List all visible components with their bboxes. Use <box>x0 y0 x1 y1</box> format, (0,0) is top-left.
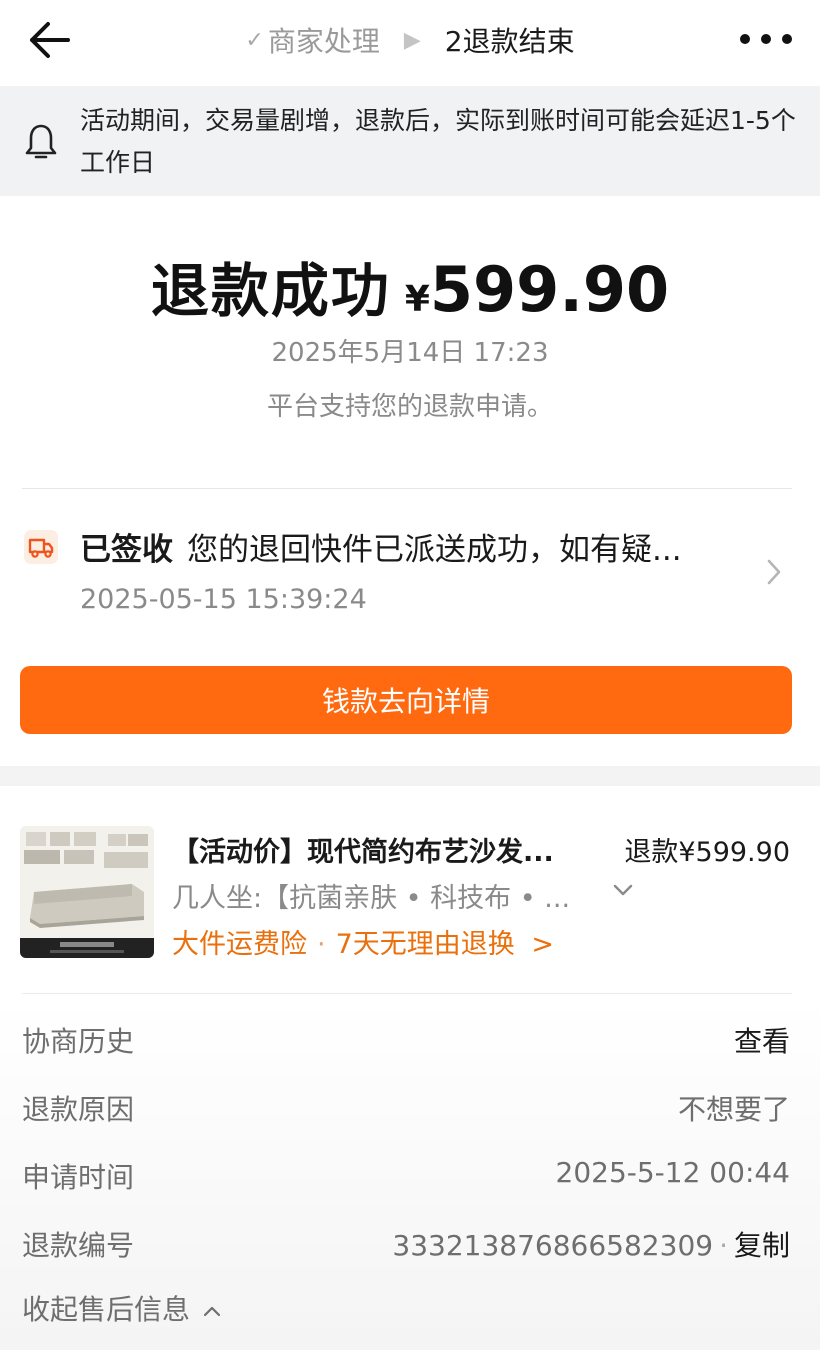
product-thumbnail[interactable] <box>20 826 154 958</box>
chevron-right-icon: > <box>531 929 554 960</box>
logistics-line: 已签收 您的退回快件已派送成功，如有疑... <box>80 524 682 569</box>
notice-banner: 活动期间，交易量剧增，退款后，实际到账时间可能会延迟1-5个工作日 <box>0 86 820 196</box>
refund-status: 退款成功 ¥ 599.90 2025年5月14日 17:23 平台支持您的退款申… <box>0 196 820 486</box>
money-destination-button[interactable]: 钱款去向详情 <box>20 666 792 734</box>
section-gap <box>0 766 820 786</box>
row-value: 不想要了 <box>677 1093 790 1126</box>
currency-symbol: ¥ <box>404 279 430 320</box>
step-prev: ✓ 商家处理 <box>245 20 379 60</box>
divider <box>22 993 792 994</box>
logistics-row[interactable]: 已签收 您的退回快件已派送成功，如有疑... 2025-05-15 15:39:2… <box>0 500 820 640</box>
collapse-label: 收起售后信息 <box>22 1293 191 1326</box>
product-spec: 几人坐:【抗菌亲肤 • 科技布 • ... <box>172 883 571 914</box>
copy-button[interactable]: 复制 <box>734 1229 790 1262</box>
status-title: 退款成功 <box>150 257 391 325</box>
status-date: 2025年5月14日 17:23 <box>271 338 549 368</box>
progress-steps: ✓ 商家处理 ▶ 2退款结束 <box>0 18 820 62</box>
view-link[interactable]: 查看 <box>734 1020 790 1060</box>
product-service-tags[interactable]: 大件运费险 · 7天无理由退换 > <box>172 922 554 961</box>
return-policy-tag: 7天无理由退换 <box>335 929 515 960</box>
apply-time-row: 申请时间 2025-5-12 00:44 <box>22 1156 790 1196</box>
refund-number: 3332138768665823​09 <box>392 1229 714 1262</box>
check-icon: ✓ <box>245 27 264 53</box>
product-title: 【活动价】现代简约布艺沙发... <box>172 837 554 868</box>
top-bar: ✓ 商家处理 ▶ 2退款结束 <box>0 0 820 84</box>
after-sale-details: 协商历史 查看 退款原因 不想要了 申请时间 2025-5-12 00:44 退… <box>0 1000 820 1350</box>
tag-separator: · <box>317 929 326 960</box>
row-label: 退款原因 <box>22 1093 135 1126</box>
row-label: 协商历史 <box>22 1025 135 1058</box>
logistics-time: 2025-05-15 15:39:24 <box>80 584 367 615</box>
collapse-details-button[interactable]: 收起售后信息 <box>22 1288 221 1328</box>
separator: · <box>719 1229 728 1262</box>
refund-number-value: 3332138768665823​09 · 复制 <box>392 1224 790 1264</box>
step-current-label: 2退款结束 <box>444 25 575 58</box>
logistics-status: 已签收 <box>80 532 173 568</box>
chevron-up-icon <box>203 1306 221 1317</box>
row-label: 退款编号 <box>22 1229 135 1262</box>
refund-number-row: 退款编号 3332138768665823​09 · 复制 <box>22 1224 790 1264</box>
truck-icon <box>24 530 58 564</box>
chevron-down-icon[interactable] <box>612 882 634 898</box>
status-subtitle: 平台支持您的退款申请。 <box>266 392 553 422</box>
product-refund-amount: 退款¥599.90 <box>624 837 790 868</box>
status-title-row: 退款成功 ¥ 599.90 <box>0 244 820 326</box>
chevron-right-icon <box>767 559 781 585</box>
step-prev-label: 商家处理 <box>267 25 380 58</box>
step-arrow-icon: ▶ <box>403 27 421 53</box>
row-value: 2025-5-12 00:44 <box>555 1156 791 1189</box>
more-menu-icon[interactable] <box>740 24 792 54</box>
notice-text: 活动期间，交易量剧增，退款后，实际到账时间可能会延迟1-5个工作日 <box>80 106 796 177</box>
row-label: 申请时间 <box>22 1161 135 1194</box>
shipping-insurance-tag: 大件运费险 <box>172 929 307 960</box>
refund-reason-row: 退款原因 不想要了 <box>22 1088 790 1128</box>
refund-amount: 599.90 <box>429 253 670 326</box>
negotiation-history-row[interactable]: 协商历史 查看 <box>22 1020 790 1060</box>
divider <box>22 488 792 489</box>
logistics-message: 您的退回快件已派送成功，如有疑... <box>187 532 682 568</box>
bell-icon <box>25 124 57 159</box>
product-card[interactable]: 【活动价】现代简约布艺沙发... 退款¥599.90 几人坐:【抗菌亲肤 • 科… <box>0 786 820 991</box>
